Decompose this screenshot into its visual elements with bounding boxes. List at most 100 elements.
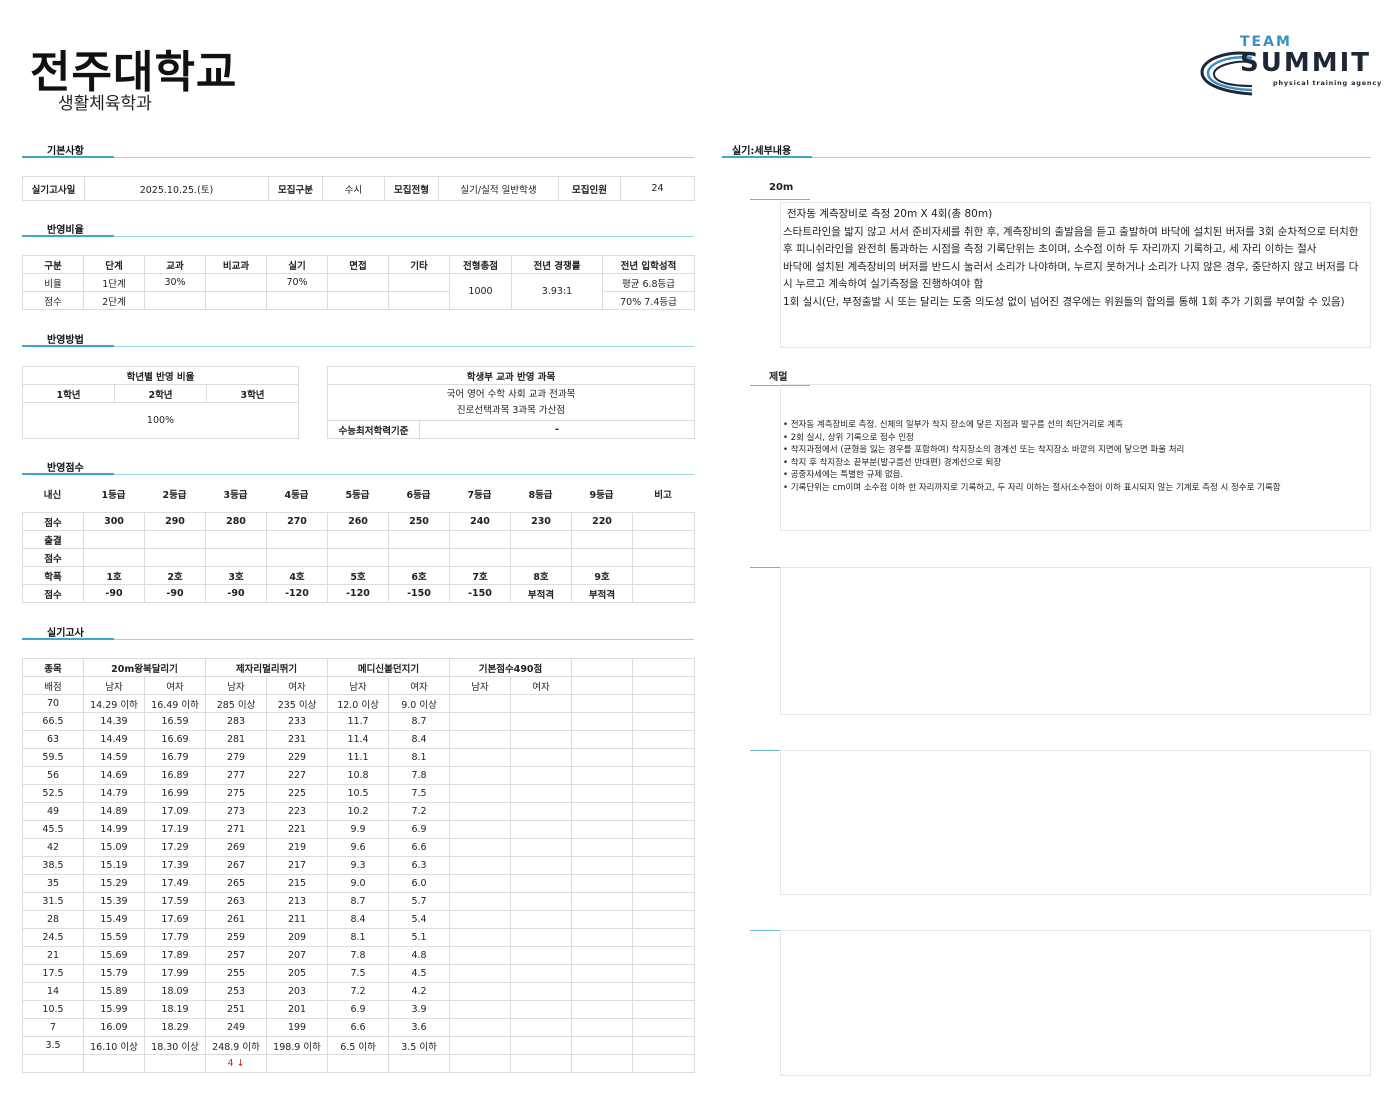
exam-cell: 261 [205, 910, 268, 929]
score-header: 1등급 [101, 490, 126, 501]
score-cell: 5호 [327, 566, 389, 585]
exam-empty-cell [632, 838, 696, 857]
exam-empty-cell [571, 928, 634, 947]
exam-empty-cell [632, 946, 696, 965]
exam-points: 42 [22, 838, 84, 857]
exam-empty-cell [449, 784, 512, 803]
exam-cell: 17.69 [143, 910, 207, 929]
score-cell [632, 584, 695, 603]
score-cell [144, 548, 206, 567]
exam-cell: 6.9 [327, 1000, 390, 1019]
exam-cell: 15.49 [83, 910, 145, 929]
exam-cell: 16.79 [143, 748, 207, 767]
exam-cell: 17.29 [143, 838, 207, 857]
exam-cell: 9.9 [327, 820, 390, 839]
score-cell [632, 566, 695, 585]
exam-empty-cell [449, 874, 512, 893]
exam-subheader: 남자 [83, 676, 145, 695]
exam-cell: 207 [266, 946, 329, 965]
exam-cell: 14.69 [83, 766, 145, 785]
ratio-grade-70: 70% 7.4등급 [602, 291, 695, 310]
score-header-table: 내신 1등급 2등급 3등급 4등급 5등급 6등급 7등급 8등급 9등급 비… [22, 484, 694, 504]
event-jump-rule: 2회 실시, 상위 기록으로 점수 인정 [783, 432, 1370, 445]
exam-empty-cell [571, 1000, 634, 1019]
exam-cell: 16.09 [83, 1018, 145, 1037]
exam-cell: 271 [205, 820, 268, 839]
exam-subheader: 배점 [22, 676, 84, 695]
exam-cell: 225 [266, 784, 329, 803]
exam-cell: 7.8 [388, 766, 451, 785]
exam-cell: 8.4 [388, 730, 451, 749]
score-cell: 260 [327, 512, 389, 531]
exam-header-base: 기본점수490점 [449, 658, 573, 677]
exam-points: 21 [22, 946, 84, 965]
section-method-title: 반영방법 [47, 335, 84, 346]
exam-points: 56 [22, 766, 84, 785]
exam-empty-cell [22, 1054, 84, 1073]
exam-cell: 275 [205, 784, 268, 803]
exam-cell: 7.8 [327, 946, 390, 965]
exam-empty-cell [632, 712, 696, 731]
score-cell: 230 [510, 512, 572, 531]
exam-empty-cell [449, 856, 512, 875]
ratio-header: 구분 [22, 255, 84, 274]
score-row-label: 점수 [22, 584, 84, 603]
score-row-label: 점수 [22, 548, 84, 567]
basic-value-date: 2025.10.25.(토) [84, 176, 269, 201]
exam-cell: 199 [266, 1018, 329, 1037]
exam-cell: 11.1 [327, 748, 390, 767]
exam-cell: 9.0 [327, 874, 390, 893]
section-marker [722, 156, 812, 158]
exam-cell: 263 [205, 892, 268, 911]
basic-value-track: 실기/실적 일반학생 [438, 176, 559, 201]
score-cell [571, 548, 633, 567]
exam-empty-cell [632, 982, 696, 1001]
exam-cell: 3.6 [388, 1018, 451, 1037]
subject-content: 국어 영어 수학 사회 교과 전과목 진로선택과목 3과목 가산점 [327, 384, 695, 421]
exam-empty-cell [571, 694, 634, 713]
exam-empty-cell [449, 946, 512, 965]
ratio-header: 전년 입학성적 [602, 255, 695, 274]
exam-cell: 17.19 [143, 820, 207, 839]
exam-cell: 16.89 [143, 766, 207, 785]
exam-empty-cell [632, 892, 696, 911]
score-cell: 290 [144, 512, 206, 531]
score-cell [388, 530, 450, 549]
exam-empty-cell [571, 964, 634, 983]
score-cell [144, 530, 206, 549]
grade-ratio-title: 학년별 반영 비율 [22, 366, 299, 385]
ratio-cell: 70% [266, 273, 328, 292]
exam-empty-cell [510, 964, 573, 983]
ratio-grade-avg: 평균 6.8등급 [602, 273, 695, 292]
exam-cell: 16.59 [143, 712, 207, 731]
exam-row: 49 14.89 17.09 273 223 10.2 7.2 [22, 802, 696, 821]
exam-cell: 3.9 [388, 1000, 451, 1019]
score-cell [327, 530, 389, 549]
exam-cell: 6.6 [327, 1018, 390, 1037]
event-extra-box-2 [780, 930, 1371, 1076]
score-header: 9등급 [589, 490, 614, 501]
exam-subheader [632, 676, 696, 695]
exam-empty-cell [510, 910, 573, 929]
exam-points: 28 [22, 910, 84, 929]
exam-empty-cell [571, 838, 634, 857]
exam-empty-cell [510, 694, 573, 713]
exam-cell: 17.79 [143, 928, 207, 947]
exam-empty-cell [632, 820, 696, 839]
exam-cell: 5.1 [388, 928, 451, 947]
exam-cell: 18.29 [143, 1018, 207, 1037]
score-cell [449, 548, 511, 567]
ratio-cell [327, 291, 389, 310]
exam-cell: 6.0 [388, 874, 451, 893]
score-cell: -120 [327, 584, 389, 603]
exam-empty-cell [449, 1000, 512, 1019]
exam-empty-cell [510, 874, 573, 893]
exam-subheader: 남자 [327, 676, 390, 695]
exam-subheader: 여자 [510, 676, 573, 695]
exam-empty-cell [83, 1054, 145, 1073]
ratio-cell [388, 291, 450, 310]
ratio-table: 구분 단계 교과 비교과 실기 면접 기타 전형총점 전년 경쟁률 전년 입학성… [22, 255, 695, 310]
exam-points: 14 [22, 982, 84, 1001]
score-cell [510, 530, 572, 549]
exam-row: 42 15.09 17.29 269 219 9.6 6.6 [22, 838, 696, 857]
